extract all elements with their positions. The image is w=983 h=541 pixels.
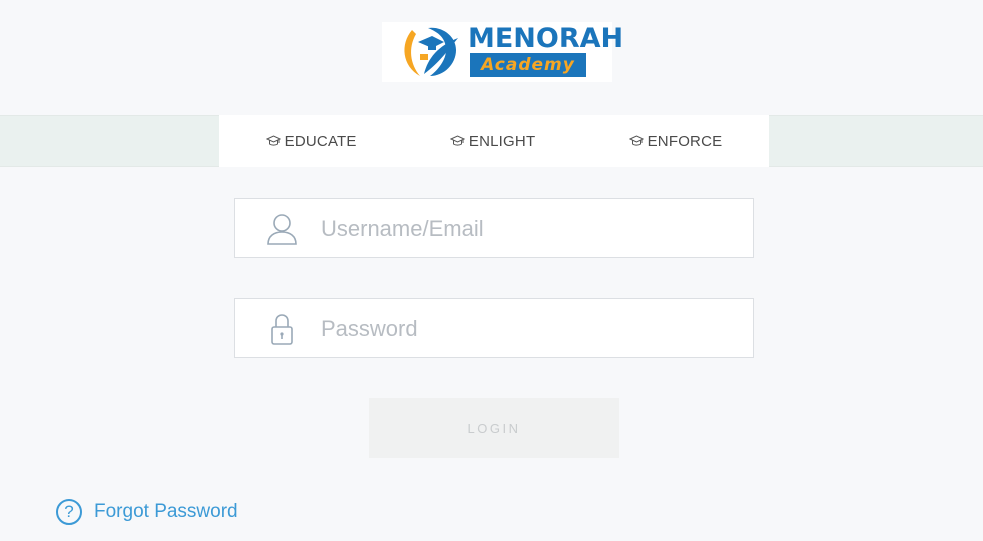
graduation-cap-icon	[628, 134, 644, 146]
help-circle-icon: ?	[56, 499, 82, 525]
username-input[interactable]	[319, 199, 743, 259]
menorah-academy-logo: MENORAH Academy	[382, 22, 623, 82]
nav-item-educate[interactable]: EDUCATE	[265, 132, 357, 150]
logo-mark-icon	[404, 27, 458, 76]
nav-label-enlight: ENLIGHT	[468, 132, 536, 150]
login-button[interactable]: LOGIN	[369, 398, 619, 458]
username-field	[234, 198, 754, 259]
password-field	[234, 298, 754, 359]
graduation-cap-icon	[449, 134, 465, 146]
login-page: MENORAH Academy EDUCATE ENLIGHT ENFORCE …	[0, 0, 983, 541]
user-icon	[267, 214, 297, 245]
top-nav: EDUCATE ENLIGHT ENFORCE	[219, 115, 769, 167]
logo-subtitle: Academy	[470, 53, 586, 77]
nav-item-enlight[interactable]: ENLIGHT	[449, 132, 536, 150]
logo-name: MENORAH	[468, 23, 624, 54]
graduation-cap-icon	[265, 134, 281, 146]
nav-item-enforce[interactable]: ENFORCE	[628, 132, 723, 150]
password-input[interactable]	[319, 299, 743, 359]
lock-icon	[271, 314, 293, 345]
forgot-password-label: Forgot Password	[94, 501, 238, 522]
nav-label-enforce: ENFORCE	[647, 132, 723, 150]
nav-label-educate: EDUCATE	[284, 132, 357, 150]
forgot-password-link[interactable]: ? Forgot Password	[56, 499, 238, 525]
